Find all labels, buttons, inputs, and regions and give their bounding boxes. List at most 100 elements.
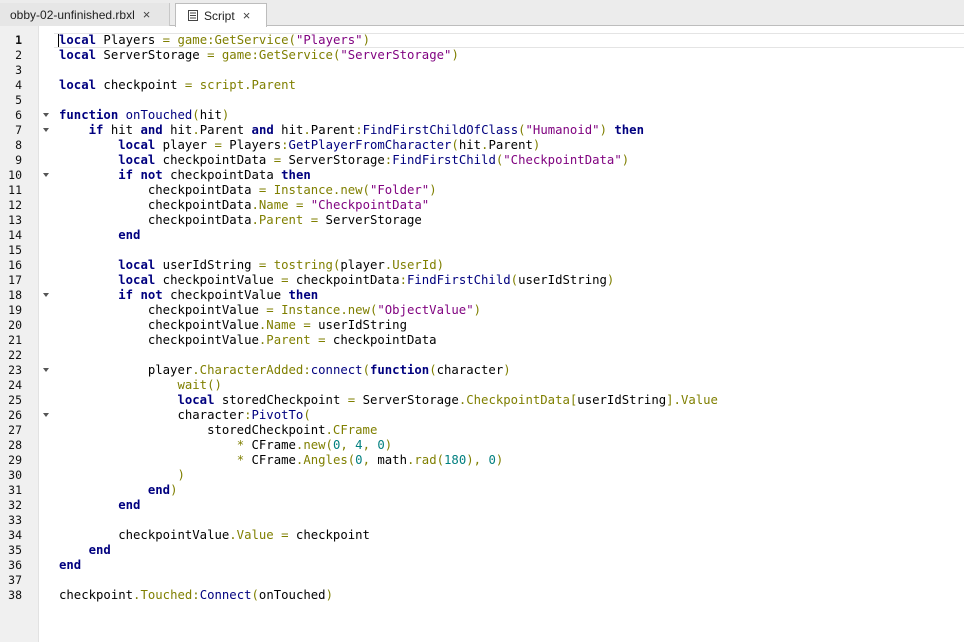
code-line[interactable]: 35 end [0,543,964,558]
line-number: 30 [8,468,22,482]
code-text: character:PivotTo( [59,408,311,422]
code-text: storedCheckpoint.CFrame [59,423,378,437]
code-text: local checkpointData = ServerStorage:Fin… [118,153,630,167]
code-text: end [88,543,111,557]
code-line[interactable]: 30 ) [0,468,964,483]
code-line[interactable]: 8 local player = Players:GetPlayerFromCh… [0,138,964,153]
fold-arrow-icon[interactable] [42,363,50,378]
code-text: checkpointData.Name = "CheckpointData" [59,198,430,212]
code-line[interactable]: 5 [0,93,964,108]
code-line[interactable]: 22 [0,348,964,363]
line-number: 17 [8,273,22,287]
code-line[interactable]: 28 * CFrame.new(0, 4, 0) [0,438,964,453]
tab-place-file[interactable]: obby-02-unfinished.rbxl × [0,3,170,26]
code-line[interactable]: 3 [0,63,964,78]
code-line[interactable]: 15 [0,243,964,258]
code-line[interactable]: 16 local userIdString = tostring(player.… [0,258,964,273]
line-number: 13 [8,213,22,227]
code-text: wait() [177,378,222,392]
code-line[interactable]: 26 character:PivotTo( [0,408,964,423]
line-number: 11 [8,183,22,197]
line-number: 26 [8,408,22,422]
line-number: 24 [8,378,22,392]
code-line[interactable]: 32 end [0,498,964,513]
fold-arrow-icon[interactable] [42,408,50,423]
code-line[interactable]: 31 end) [0,483,964,498]
fold-arrow-icon[interactable] [42,168,50,183]
line-number: 1 [15,33,22,47]
code-line[interactable]: 27 storedCheckpoint.CFrame [0,423,964,438]
line-number: 14 [8,228,22,242]
code-text: checkpointData = Instance.new("Folder") [59,183,437,197]
line-number: 34 [8,528,22,542]
tab-bar: obby-02-unfinished.rbxl × Script × [0,0,964,27]
line-number: 35 [8,543,22,557]
code-text: local player = Players:GetPlayerFromChar… [118,138,541,152]
code-text: local ServerStorage = game:GetService("S… [59,48,459,62]
line-number: 20 [8,318,22,332]
line-number: 22 [8,348,22,362]
code-line[interactable]: 18 if not checkpointValue then [0,288,964,303]
fold-arrow-icon[interactable] [42,123,50,138]
fold-arrow-icon[interactable] [42,288,50,303]
fold-arrow-icon[interactable] [42,108,50,123]
code-line[interactable]: 4 local checkpoint = script.Parent [0,78,964,93]
line-number: 16 [8,258,22,272]
line-number: 15 [8,243,22,257]
code-line[interactable]: 25 local storedCheckpoint = ServerStorag… [0,393,964,408]
line-number: 29 [8,453,22,467]
code-text: if hit and hit.Parent and hit.Parent:Fin… [88,123,644,137]
code-line[interactable]: 21 checkpointValue.Parent = checkpointDa… [0,333,964,348]
close-icon[interactable]: × [243,8,251,23]
tab-script[interactable]: Script × [175,3,267,27]
code-line[interactable]: 10 if not checkpointData then [0,168,964,183]
line-number: 10 [8,168,22,182]
code-editor[interactable]: 1 local Players = game:GetService("Player… [0,33,964,603]
code-line[interactable]: 29 * CFrame.Angles(0, math.rad(180), 0) [0,453,964,468]
code-text: local Players = game:GetService("Players… [59,33,370,47]
code-text: local storedCheckpoint = ServerStorage.C… [177,393,718,407]
code-line[interactable]: 23 player.CharacterAdded:connect(functio… [0,363,964,378]
line-number: 23 [8,363,22,377]
line-number: 25 [8,393,22,407]
code-text: player.CharacterAdded:connect(function(c… [59,363,511,377]
code-text: checkpointValue.Parent = checkpointData [59,333,437,347]
code-line[interactable]: 20 checkpointValue.Name = userIdString [0,318,964,333]
line-number: 3 [15,63,22,77]
code-line[interactable]: 12 checkpointData.Name = "CheckpointData… [0,198,964,213]
code-line[interactable]: 19 checkpointValue = Instance.new("Objec… [0,303,964,318]
code-line[interactable]: 24 wait() [0,378,964,393]
code-line[interactable]: 1 local Players = game:GetService("Player… [0,33,964,48]
code-line[interactable]: 11 checkpointData = Instance.new("Folder… [0,183,964,198]
code-text: ) [177,468,185,482]
code-text: end [118,498,141,512]
code-text: end) [147,483,178,497]
code-line[interactable]: 33 [0,513,964,528]
code-line[interactable]: 34 checkpointValue.Value = checkpoint [0,528,964,543]
code-line[interactable]: 7 if hit and hit.Parent and hit.Parent:F… [0,123,964,138]
code-text: function onTouched(hit) [59,108,230,122]
code-line[interactable]: 9 local checkpointData = ServerStorage:F… [0,153,964,168]
code-line[interactable]: 38 checkpoint.Touched:Connect(onTouched) [0,588,964,603]
code-line[interactable]: 6 function onTouched(hit) [0,108,964,123]
line-number: 18 [8,288,22,302]
code-text: checkpointValue.Name = userIdString [59,318,407,332]
code-line[interactable]: 37 [0,573,964,588]
line-number: 2 [15,48,22,62]
code-text: checkpointData.Parent = ServerStorage [59,213,422,227]
line-number: 7 [15,123,22,137]
code-line[interactable]: 14 end [0,228,964,243]
line-number: 32 [8,498,22,512]
code-text: local checkpoint = script.Parent [59,78,296,92]
code-text: checkpointValue = Instance.new("ObjectVa… [59,303,482,317]
code-text: local userIdString = tostring(player.Use… [118,258,445,272]
code-text: local checkpointValue = checkpointData:F… [118,273,615,287]
code-line[interactable]: 36 end [0,558,964,573]
line-number: 37 [8,573,22,587]
code-line[interactable]: 13 checkpointData.Parent = ServerStorage [0,213,964,228]
close-icon[interactable]: × [143,7,151,22]
code-line[interactable]: 17 local checkpointValue = checkpointDat… [0,273,964,288]
code-line[interactable]: 2 local ServerStorage = game:GetService("… [0,48,964,63]
code-text: if not checkpointData then [118,168,311,182]
code-text: if not checkpointValue then [118,288,319,302]
